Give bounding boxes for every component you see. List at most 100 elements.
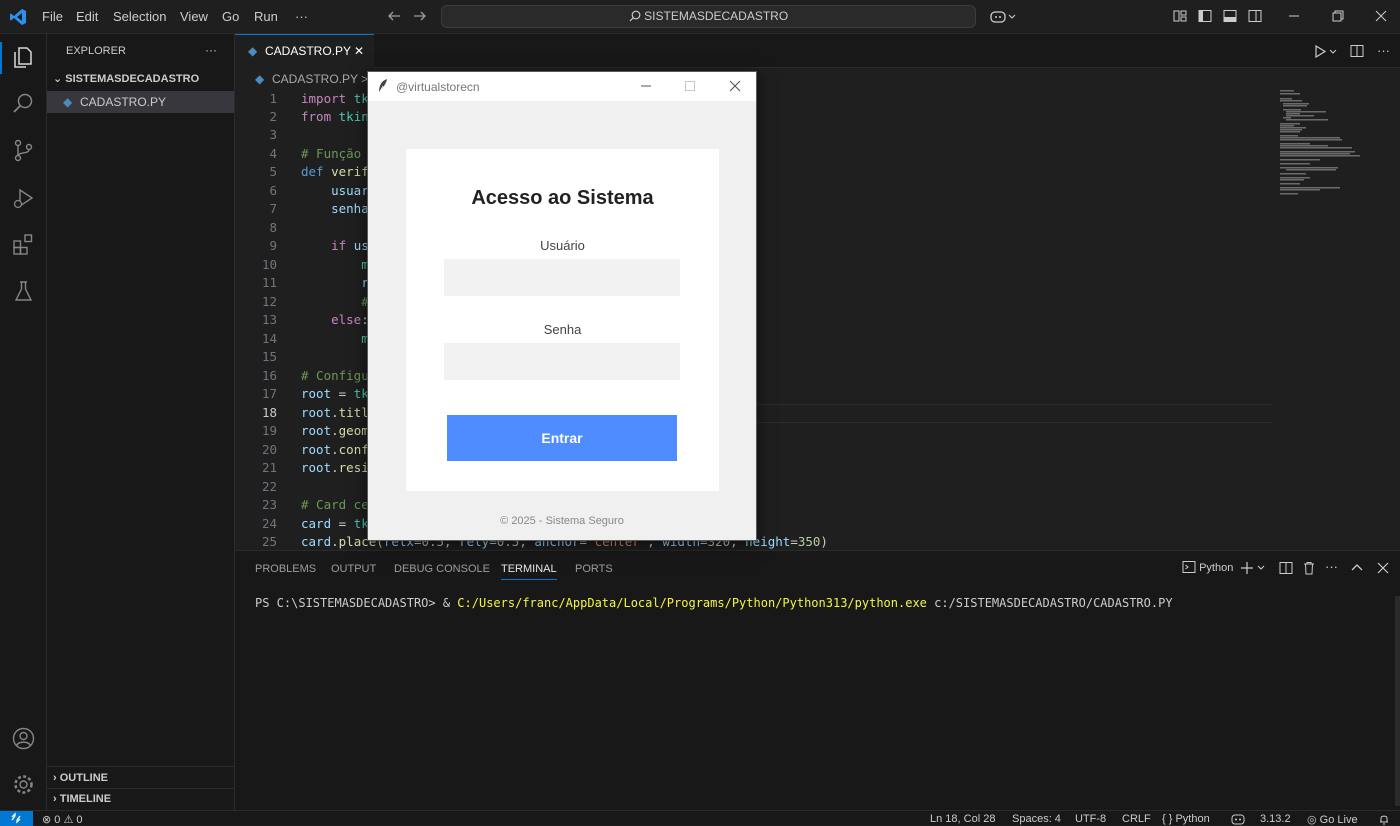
tab-close-button[interactable]: ✕ bbox=[354, 35, 364, 68]
notifications-bell-icon[interactable] bbox=[1378, 813, 1390, 825]
terminal-scrollbar[interactable] bbox=[1395, 596, 1400, 806]
line-number: 15 bbox=[261, 349, 277, 364]
tab-output[interactable]: OUTPUT bbox=[331, 563, 376, 575]
breadcrumb-file[interactable]: CADASTRO.PY bbox=[272, 72, 358, 86]
extensions-icon[interactable] bbox=[11, 232, 36, 257]
terminal-output[interactable]: PS C:\SISTEMASDECADASTRO> & C:/Users/fra… bbox=[255, 596, 1173, 610]
back-arrow-icon[interactable] bbox=[387, 9, 401, 23]
python-file-icon: ◆ bbox=[255, 72, 265, 86]
trash-icon[interactable] bbox=[1302, 561, 1316, 575]
folder-name: SISTEMASDECADASTRO bbox=[65, 73, 200, 85]
code-line: root = tk bbox=[301, 386, 369, 401]
menu-selection[interactable]: Selection bbox=[113, 9, 166, 24]
tab-label: CADASTRO.PY bbox=[265, 44, 352, 58]
code-line: # Card ce bbox=[301, 497, 369, 512]
login-button[interactable]: Entrar bbox=[447, 415, 677, 461]
outline-label: OUTLINE bbox=[59, 772, 109, 784]
language-mode[interactable]: { } Python bbox=[1162, 813, 1210, 825]
editor-tabs: ◆ CADASTRO.PY ✕ ··· bbox=[235, 34, 1400, 68]
code-line: root.titl bbox=[301, 405, 369, 420]
chevron-right-icon: › bbox=[53, 772, 57, 784]
settings-gear-icon[interactable] bbox=[11, 772, 36, 797]
cursor-position[interactable]: Ln 18, Col 28 bbox=[930, 813, 995, 825]
source-control-icon[interactable] bbox=[11, 138, 36, 163]
timeline-header[interactable]: › TIMELINE bbox=[53, 793, 111, 805]
line-number: 25 bbox=[261, 534, 277, 549]
toggle-panel-icon[interactable] bbox=[1223, 9, 1237, 23]
new-terminal-icon[interactable] bbox=[1241, 561, 1267, 575]
code-line: root.resi bbox=[301, 460, 369, 475]
password-input[interactable] bbox=[444, 343, 680, 380]
broadcast-icon: ◎ bbox=[1307, 814, 1317, 826]
forward-arrow-icon[interactable] bbox=[413, 9, 427, 23]
panel-more-actions[interactable]: ··· bbox=[1325, 559, 1338, 574]
copilot-icon[interactable] bbox=[990, 9, 1016, 23]
customize-layout-icon[interactable] bbox=[1173, 9, 1187, 23]
chevron-down-icon: ⌄ bbox=[53, 73, 63, 85]
explorer-icon[interactable] bbox=[11, 45, 36, 70]
terminal-profile[interactable]: Python bbox=[1182, 560, 1233, 574]
line-ending[interactable]: CRLF bbox=[1122, 813, 1151, 825]
line-number: 17 bbox=[261, 386, 277, 401]
tk-titlebar[interactable]: @virtualstorecn bbox=[368, 72, 756, 101]
tk-close-icon[interactable] bbox=[729, 80, 741, 92]
go-live-button[interactable]: ◎ Go Live bbox=[1307, 813, 1358, 826]
toggle-secondary-sidebar-icon[interactable] bbox=[1248, 9, 1262, 23]
menu-go[interactable]: Go bbox=[222, 9, 239, 24]
python-version[interactable]: 3.13.2 bbox=[1260, 813, 1291, 825]
line-number: 2 bbox=[269, 109, 277, 124]
line-number: 13 bbox=[261, 312, 277, 327]
tab-problems[interactable]: PROBLEMS bbox=[255, 563, 316, 575]
menu-file[interactable]: File bbox=[42, 9, 63, 24]
code-line: root.conf bbox=[301, 442, 369, 457]
testing-icon[interactable] bbox=[11, 279, 36, 304]
code-line: usuar bbox=[331, 183, 369, 198]
toggle-sidebar-icon[interactable] bbox=[1198, 9, 1212, 23]
menu-run[interactable]: Run bbox=[254, 9, 278, 24]
explorer-more-button[interactable]: ··· bbox=[205, 43, 217, 57]
tab-debug-console[interactable]: DEBUG CONSOLE bbox=[394, 563, 490, 575]
code-line: else: bbox=[331, 312, 369, 327]
line-number: 10 bbox=[261, 257, 277, 272]
username-input[interactable] bbox=[444, 259, 680, 296]
outline-header[interactable]: › OUTLINE bbox=[53, 772, 108, 784]
minimize-icon[interactable] bbox=[1287, 9, 1301, 23]
menu-view[interactable]: View bbox=[180, 9, 208, 24]
tk-login-window[interactable]: @virtualstorecn Acesso ao Sistema Usuári… bbox=[367, 71, 757, 541]
editor-more-actions[interactable]: ··· bbox=[1377, 43, 1390, 58]
accounts-icon[interactable] bbox=[11, 726, 36, 751]
go-live-label: Go Live bbox=[1319, 814, 1358, 826]
tk-minimize-icon[interactable] bbox=[640, 80, 652, 92]
run-python-file-icon[interactable] bbox=[1315, 45, 1339, 58]
tab-cadastro[interactable]: ◆ CADASTRO.PY ✕ bbox=[235, 34, 374, 68]
line-number: 1 bbox=[269, 91, 277, 106]
encoding[interactable]: UTF-8 bbox=[1075, 813, 1106, 825]
tab-terminal[interactable]: TERMINAL bbox=[501, 563, 557, 580]
code-line: def verif bbox=[301, 164, 369, 179]
close-panel-icon[interactable] bbox=[1376, 561, 1390, 575]
copilot-status-icon[interactable] bbox=[1231, 813, 1245, 825]
timeline-label: TIMELINE bbox=[59, 793, 112, 805]
split-editor-icon[interactable] bbox=[1350, 44, 1364, 58]
menu-edit[interactable]: Edit bbox=[76, 9, 98, 24]
file-item-cadastro[interactable]: ◆ CADASTRO.PY bbox=[47, 91, 234, 113]
remote-button[interactable] bbox=[0, 811, 33, 826]
folder-header[interactable]: ⌄ SISTEMASDECADASTRO bbox=[53, 72, 199, 85]
menu-more[interactable]: ··· bbox=[295, 9, 308, 24]
minimap[interactable] bbox=[1280, 90, 1370, 210]
search-icon bbox=[629, 10, 641, 22]
problems-count[interactable]: ⊗ 0 ⚠ 0 bbox=[42, 813, 82, 826]
search-icon[interactable] bbox=[11, 91, 36, 116]
python-file-icon: ◆ bbox=[248, 44, 258, 58]
tk-maximize-icon[interactable] bbox=[684, 80, 696, 92]
split-terminal-icon[interactable] bbox=[1279, 561, 1293, 575]
restore-icon[interactable] bbox=[1331, 9, 1345, 23]
tab-ports[interactable]: PORTS bbox=[575, 563, 613, 575]
command-center-search[interactable]: SISTEMASDECADASTRO bbox=[441, 5, 976, 28]
line-number: 12 bbox=[261, 294, 277, 309]
run-debug-icon[interactable] bbox=[11, 186, 36, 211]
indentation[interactable]: Spaces: 4 bbox=[1012, 813, 1061, 825]
close-window-icon[interactable] bbox=[1374, 9, 1388, 23]
maximize-panel-icon[interactable] bbox=[1350, 561, 1364, 575]
code-line: r bbox=[361, 275, 369, 290]
